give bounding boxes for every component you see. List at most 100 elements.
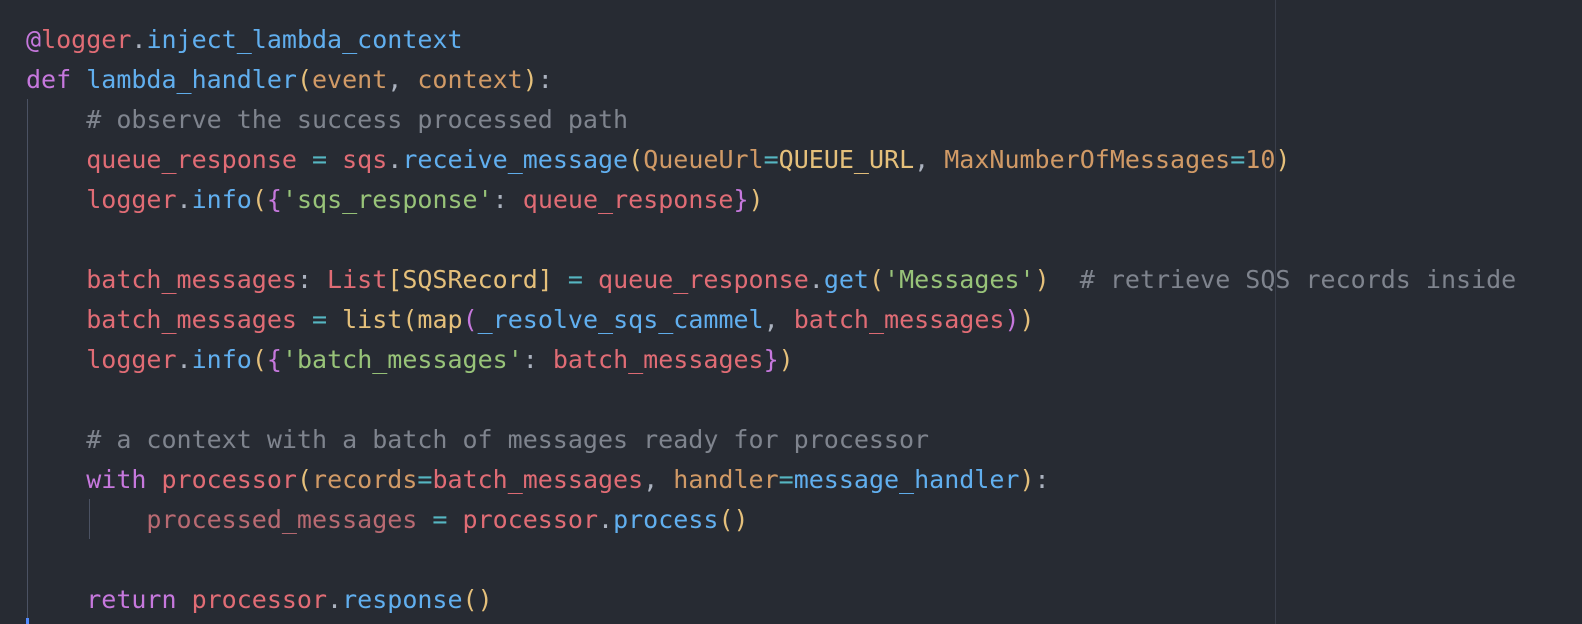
code-token: , — [643, 465, 674, 494]
code-token: QueueUrl — [643, 145, 764, 174]
code-line[interactable]: processed_messages = processor.process() — [26, 500, 1516, 540]
code-token: queue_response — [522, 185, 734, 214]
code-token: () — [718, 505, 749, 534]
code-token: batch_messages — [86, 305, 297, 334]
code-line[interactable]: # a context with a batch of messages rea… — [26, 420, 1516, 460]
code-token: } — [763, 345, 779, 374]
code-token: context — [417, 65, 523, 94]
code-token: = — [417, 465, 433, 494]
code-token: : — [537, 65, 553, 94]
code-token: . — [176, 345, 192, 374]
code-token: , — [914, 145, 945, 174]
code-token: processor — [462, 505, 599, 534]
code-token: batch_messages — [86, 265, 297, 294]
code-token: info — [191, 185, 252, 214]
code-token: List — [327, 265, 388, 294]
code-line[interactable]: ​ — [26, 540, 1516, 580]
code-token: batch_messages — [793, 305, 1005, 334]
code-token: 'batch_messages' — [281, 345, 523, 374]
code-line[interactable]: logger.info({'batch_messages': batch_mes… — [26, 340, 1516, 380]
code-token: # a context with a batch of messages rea… — [86, 425, 930, 454]
code-token: ) — [1019, 305, 1035, 334]
code-token: list — [342, 305, 403, 334]
code-token: info — [191, 345, 252, 374]
code-token: . — [176, 185, 192, 214]
code-token: inject_lambda_context — [146, 25, 463, 54]
code-token: : — [1034, 465, 1050, 494]
code-token: records — [312, 465, 418, 494]
code-token: = — [312, 145, 328, 174]
code-token: message_handler — [793, 465, 1020, 494]
code-line[interactable]: # observe the success processed path — [26, 100, 1516, 140]
code-token: response — [342, 585, 463, 614]
code-token: = — [432, 505, 448, 534]
code-line[interactable]: @logger.inject_lambda_context — [26, 20, 1516, 60]
code-token: = — [778, 465, 794, 494]
code-token: 'Messages' — [884, 265, 1035, 294]
code-token: ( — [251, 185, 267, 214]
code-token: MaxNumberOfMessages — [944, 145, 1231, 174]
code-token: . — [327, 585, 343, 614]
code-token: receive_message — [402, 145, 629, 174]
code-token: ) — [522, 65, 538, 94]
code-token: event — [312, 65, 388, 94]
code-token: = — [312, 305, 328, 334]
code-token: process — [613, 505, 719, 534]
code-token: get — [823, 265, 869, 294]
code-token: [ — [387, 265, 403, 294]
code-line[interactable]: ​ — [26, 380, 1516, 420]
code-token: ( — [868, 265, 885, 294]
code-line[interactable]: with processor(records=batch_messages, h… — [26, 460, 1516, 500]
code-token: batch_messages — [432, 465, 644, 494]
code-line[interactable]: batch_messages = list(map(_resolve_sqs_c… — [26, 300, 1516, 340]
code-token: . — [131, 25, 147, 54]
code-line[interactable]: ​ — [26, 220, 1516, 260]
code-token: # observe the success processed path — [86, 105, 629, 134]
code-token: . — [598, 505, 614, 534]
code-token: ( — [402, 305, 418, 334]
code-token: { — [266, 345, 282, 374]
code-token: processor — [191, 585, 328, 614]
code-token: { — [266, 185, 282, 214]
code-token: ) — [778, 345, 794, 374]
code-token: ( — [296, 65, 312, 94]
code-line[interactable]: def lambda_handler(event, context): — [26, 60, 1516, 100]
code-token: : — [296, 265, 328, 294]
code-token: with — [86, 465, 162, 494]
code-token: sqs — [342, 145, 388, 174]
code-line[interactable]: batch_messages: List[SQSRecord] = queue_… — [26, 260, 1516, 300]
code-token: ( — [296, 465, 313, 494]
code-token: queue_response — [598, 265, 809, 294]
code-token: ( — [462, 305, 478, 334]
code-line[interactable]: return processor.response() — [26, 580, 1516, 620]
code-token: SQSRecord — [402, 265, 538, 294]
code-token: ) — [1004, 305, 1020, 334]
code-token: . — [387, 145, 403, 174]
code-token: # retrieve SQS records inside — [1079, 265, 1517, 294]
code-lines[interactable]: @logger.inject_lambda_context def lambda_… — [26, 20, 1516, 620]
code-token: map — [417, 305, 463, 334]
code-token: = — [1230, 145, 1246, 174]
code-token: , — [387, 65, 418, 94]
code-token: () — [462, 585, 493, 614]
code-line[interactable]: logger.info({'sqs_response': queue_respo… — [26, 180, 1516, 220]
code-editor[interactable]: @logger.inject_lambda_context def lambda_… — [0, 0, 1582, 624]
code-token: : — [522, 345, 553, 374]
code-token: = — [567, 265, 583, 294]
code-line[interactable]: queue_response = sqs.receive_message(Que… — [26, 140, 1516, 180]
code-token: _resolve_sqs_cammel — [477, 305, 764, 334]
code-token: @ — [26, 25, 42, 54]
code-token: ) — [1034, 265, 1050, 294]
code-token: ( — [251, 345, 267, 374]
